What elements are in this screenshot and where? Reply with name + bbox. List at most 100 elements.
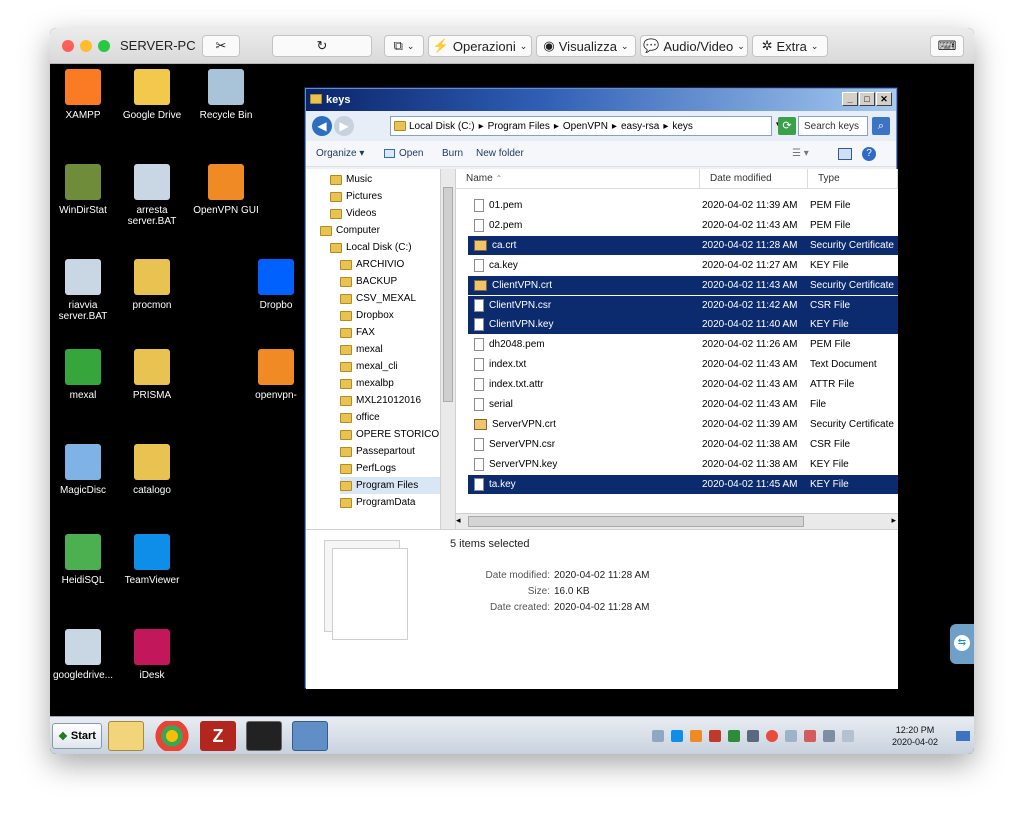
teamviewer-tray-icon[interactable] bbox=[671, 730, 683, 742]
back-button[interactable]: ◀ bbox=[312, 116, 332, 136]
operazioni-menu[interactable]: ⚡ Operazioni ⌄ bbox=[428, 35, 532, 57]
breadcrumb-item[interactable]: easy-rsa bbox=[621, 121, 659, 132]
desktop-icon[interactable]: riavvia server.BAT bbox=[50, 259, 121, 322]
column-name[interactable]: Name ⌃ bbox=[456, 169, 700, 189]
nav-item[interactable]: Pictures bbox=[330, 188, 382, 205]
file-row[interactable]: ca.crt 2020-04-02 11:28 AM Security Certif… bbox=[468, 235, 898, 255]
clock[interactable]: 12:20 PM 2020-04-02 bbox=[892, 724, 938, 748]
visualizza-menu[interactable]: ◉ Visualizza ⌄ bbox=[536, 35, 636, 57]
file-row[interactable]: ClientVPN.csr 2020-04-02 11:42 AM CSR File bbox=[468, 295, 898, 315]
desktop-icon[interactable]: mexal bbox=[50, 349, 121, 401]
help-icon[interactable]: ? bbox=[862, 146, 876, 161]
desktop-icon[interactable]: Google Drive bbox=[114, 69, 190, 121]
network-tray-icon[interactable] bbox=[728, 730, 740, 742]
file-row[interactable]: ServerVPN.csr 2020-04-02 11:38 AM CSR File bbox=[468, 435, 898, 454]
nav-item[interactable]: Passepartout bbox=[340, 443, 415, 460]
nav-item[interactable]: ARCHIVIO bbox=[340, 256, 404, 273]
desktop-icon[interactable]: Dropbo bbox=[238, 259, 314, 311]
show-desktop-icon[interactable] bbox=[956, 731, 970, 741]
nav-item[interactable]: Videos bbox=[330, 205, 376, 222]
xampp-tray-icon[interactable] bbox=[690, 730, 702, 742]
breadcrumb-item[interactable]: OpenVPN bbox=[563, 121, 608, 132]
file-row[interactable]: 01.pem 2020-04-02 11:39 AM PEM File bbox=[468, 196, 898, 215]
desktop-icon[interactable]: procmon bbox=[114, 259, 190, 311]
desktop-icon[interactable]: HeidiSQL bbox=[50, 534, 121, 586]
forward-button[interactable]: ▶ bbox=[334, 116, 354, 136]
scroll-left-icon[interactable]: ◂ bbox=[456, 515, 461, 526]
column-date[interactable]: Date modified bbox=[700, 169, 808, 189]
desktop-icon[interactable]: openvpn- bbox=[238, 349, 314, 401]
address-bar[interactable]: Local Disk (C:) ▸ Program Files ▸ OpenVPN ▸… bbox=[390, 116, 772, 136]
close-button[interactable]: ✕ bbox=[876, 92, 892, 106]
taskbar-filezilla[interactable]: Z bbox=[200, 721, 236, 751]
nav-item[interactable]: office bbox=[340, 409, 380, 426]
nav-item[interactable]: Dropbox bbox=[340, 307, 394, 324]
nav-item[interactable]: PerfLogs bbox=[340, 460, 396, 477]
minimize-button[interactable]: _ bbox=[842, 92, 858, 106]
desktop-icon[interactable]: catalogo bbox=[114, 444, 190, 496]
help-tray-icon[interactable] bbox=[709, 730, 721, 742]
file-row[interactable]: ServerVPN.key 2020-04-02 11:38 AM KEY File bbox=[468, 455, 898, 474]
taskbar-cmd[interactable] bbox=[246, 721, 282, 751]
search-icon[interactable]: ⌕ bbox=[872, 117, 890, 135]
taskbar-explorer[interactable] bbox=[108, 721, 144, 751]
taskbar-chrome[interactable] bbox=[154, 721, 190, 751]
display-tray-icon[interactable] bbox=[823, 730, 835, 742]
file-row[interactable]: ta.key 2020-04-02 11:45 AM KEY File bbox=[468, 474, 898, 494]
volume-tray-icon[interactable] bbox=[842, 730, 854, 742]
refresh-icon[interactable]: ⟳ bbox=[778, 117, 796, 135]
file-row[interactable]: ca.key 2020-04-02 11:27 AM KEY File bbox=[468, 256, 898, 275]
desktop-icon[interactable]: Recycle Bin bbox=[188, 69, 264, 121]
nav-item[interactable]: FAX bbox=[340, 324, 375, 341]
desktop-icon[interactable]: OpenVPN GUI bbox=[188, 164, 264, 216]
maximize-button[interactable]: □ bbox=[859, 92, 875, 106]
nav-item[interactable]: OPERE STORICO bbox=[340, 426, 439, 443]
nav-item[interactable]: CSV_MEXAL bbox=[340, 290, 416, 307]
nav-item[interactable]: MXL21012016 bbox=[340, 392, 421, 409]
breadcrumb-item[interactable]: keys bbox=[672, 121, 693, 132]
preview-pane-icon[interactable] bbox=[838, 147, 852, 160]
refresh-button[interactable]: ↻ bbox=[272, 35, 372, 57]
nav-item[interactable]: mexalbp bbox=[340, 375, 394, 392]
keyboard-tray-icon[interactable] bbox=[652, 730, 664, 742]
desktop-icon[interactable]: arresta server.BAT bbox=[114, 164, 190, 227]
file-row[interactable]: index.txt.attr 2020-04-02 11:43 AM ATTR Fi… bbox=[468, 375, 898, 394]
open-button[interactable]: Open bbox=[384, 148, 423, 159]
nav-item[interactable]: BACKUP bbox=[340, 273, 397, 290]
nav-item[interactable]: Music bbox=[330, 171, 372, 188]
column-type[interactable]: Type bbox=[808, 169, 898, 189]
nav-item[interactable]: Local Disk (C:) bbox=[330, 239, 412, 256]
file-row[interactable]: ClientVPN.key 2020-04-02 11:40 AM KEY File bbox=[468, 315, 898, 335]
file-row[interactable]: index.txt 2020-04-02 11:43 AM Text Documen… bbox=[468, 355, 898, 374]
burn-button[interactable]: Burn bbox=[442, 148, 463, 159]
desktop-icon[interactable]: iDesk bbox=[114, 629, 190, 681]
zoom-dot[interactable] bbox=[98, 40, 110, 52]
audio-video-menu[interactable]: 💬 Audio/Video ⌄ bbox=[640, 35, 748, 57]
horizontal-scrollbar[interactable]: ◂ ▸ bbox=[456, 513, 898, 529]
screens-button[interactable]: ⧉ ⌄ bbox=[384, 35, 424, 57]
antivirus-tray-icon[interactable] bbox=[766, 730, 778, 742]
search-input[interactable]: Search keys bbox=[798, 116, 868, 136]
desktop-icon[interactable]: TeamViewer bbox=[114, 534, 190, 586]
nav-item[interactable]: ProgramData bbox=[340, 494, 415, 511]
h-scroll-thumb[interactable] bbox=[468, 516, 804, 527]
nav-scrollbar[interactable] bbox=[440, 169, 455, 529]
file-row[interactable]: serial 2020-04-02 11:43 AM File bbox=[468, 395, 898, 414]
desktop-icon[interactable]: MagicDisc bbox=[50, 444, 121, 496]
nav-scroll-thumb[interactable] bbox=[443, 187, 453, 402]
close-dot[interactable] bbox=[62, 40, 74, 52]
terminal-button[interactable]: ⌨ bbox=[930, 35, 964, 57]
file-row[interactable]: dh2048.pem 2020-04-02 11:26 AM PEM File bbox=[468, 335, 898, 354]
desktop-icon[interactable]: XAMPP bbox=[50, 69, 121, 121]
flag-tray-icon[interactable] bbox=[804, 730, 816, 742]
desktop-icon[interactable]: googledrive... bbox=[50, 629, 121, 681]
desktop-icon[interactable]: WinDirStat bbox=[50, 164, 121, 216]
breadcrumb-item[interactable]: Program Files bbox=[488, 121, 550, 132]
nav-item[interactable]: mexal_cli bbox=[340, 358, 398, 375]
nav-item[interactable]: Computer bbox=[320, 222, 380, 239]
nav-item[interactable]: mexal bbox=[340, 341, 383, 358]
openvpn-tray-icon[interactable] bbox=[747, 730, 759, 742]
file-row[interactable]: 02.pem 2020-04-02 11:43 AM PEM File bbox=[468, 216, 898, 235]
dropbox-tray-icon[interactable] bbox=[785, 730, 797, 742]
view-options-icon[interactable]: ☰ ▾ bbox=[792, 148, 809, 159]
